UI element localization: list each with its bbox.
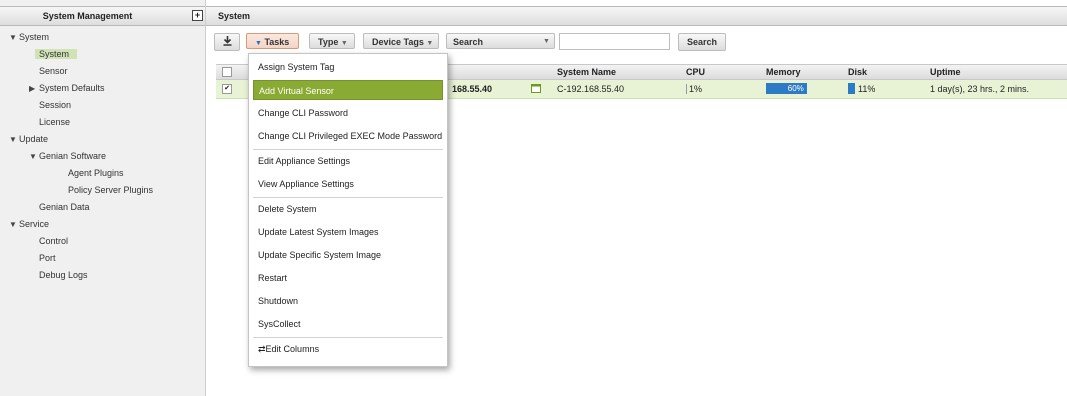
menu-item-edit-appliance-settings[interactable]: Edit Appliance Settings bbox=[253, 151, 443, 171]
cpu-value: 1% bbox=[686, 84, 702, 94]
sidebar-item-policy-server-plugins[interactable]: Policy Server Plugins bbox=[68, 182, 153, 199]
memory-bar: 60% bbox=[766, 83, 834, 94]
select-all-checkbox[interactable] bbox=[222, 67, 232, 77]
download-icon bbox=[223, 36, 231, 46]
menu-item-change-cli-privileged-password[interactable]: Change CLI Privileged EXEC Mode Password bbox=[253, 126, 443, 146]
tree-node-system-defaults[interactable]: ▶ System Defaults bbox=[29, 80, 105, 97]
menu-item-syscollect[interactable]: SysCollect bbox=[253, 314, 443, 334]
toolbar: ▼ Tasks Type ▼ Device Tags ▼ Search ▼ Se… bbox=[206, 29, 1067, 51]
sidebar-item-control[interactable]: Control bbox=[39, 233, 68, 250]
console-icon[interactable] bbox=[531, 84, 541, 93]
chevron-down-icon: ▼ bbox=[543, 38, 550, 45]
menu-item-edit-columns[interactable]: ⇄Edit Columns bbox=[253, 339, 443, 359]
chevron-down-icon: ▼ bbox=[426, 40, 434, 47]
search-field-select[interactable]: Search ▼ bbox=[446, 33, 555, 49]
menu-item-delete-system[interactable]: Delete System bbox=[253, 199, 443, 219]
menu-item-update-specific-image[interactable]: Update Specific System Image bbox=[253, 245, 443, 265]
caret-down-icon[interactable]: ▼ bbox=[9, 216, 19, 233]
chevron-down-icon: ▼ bbox=[255, 40, 262, 47]
menu-item-change-cli-password[interactable]: Change CLI Password bbox=[253, 103, 443, 123]
sidebar-title: System Management bbox=[42, 11, 133, 21]
main-header: System bbox=[206, 6, 1067, 26]
caret-down-icon[interactable]: ▼ bbox=[29, 148, 39, 165]
menu-divider bbox=[253, 337, 443, 338]
sidebar-item-license[interactable]: License bbox=[39, 114, 70, 131]
uptime-value: 1 day(s), 23 hrs., 2 mins. bbox=[930, 84, 1030, 94]
sidebar: System Management + ▼ System System Senso… bbox=[0, 0, 206, 396]
col-cpu[interactable]: CPU bbox=[686, 67, 705, 77]
chevron-down-icon: ▼ bbox=[340, 40, 348, 47]
tree-node-genian-software[interactable]: ▼ Genian Software bbox=[29, 148, 106, 165]
menu-item-add-virtual-sensor[interactable]: Add Virtual Sensor bbox=[253, 80, 443, 100]
sidebar-item-sensor[interactable]: Sensor bbox=[39, 63, 68, 80]
menu-item-view-appliance-settings[interactable]: View Appliance Settings bbox=[253, 174, 443, 194]
disk-bar: 11% bbox=[848, 83, 908, 94]
menu-item-shutdown[interactable]: Shutdown bbox=[253, 291, 443, 311]
tasks-button[interactable]: ▼ Tasks bbox=[246, 33, 299, 49]
ip-address[interactable]: 168.55.40 bbox=[452, 84, 492, 94]
menu-divider bbox=[253, 197, 443, 198]
row-checkbox[interactable]: ✔ bbox=[222, 84, 232, 94]
menu-item-update-latest-images[interactable]: Update Latest System Images bbox=[253, 222, 443, 242]
type-dropdown[interactable]: Type ▼ bbox=[309, 33, 355, 49]
menu-item-assign-system-tag[interactable]: Assign System Tag bbox=[253, 57, 443, 77]
sidebar-item-session[interactable]: Session bbox=[39, 97, 71, 114]
system-name[interactable]: C-192.168.55.40 bbox=[557, 84, 624, 94]
menu-item-restart[interactable]: Restart bbox=[253, 268, 443, 288]
tree-node-update[interactable]: ▼ Update bbox=[9, 131, 48, 148]
sidebar-item-genian-data[interactable]: Genian Data bbox=[39, 199, 90, 216]
col-uptime[interactable]: Uptime bbox=[930, 67, 961, 77]
sidebar-item-port[interactable]: Port bbox=[39, 250, 56, 267]
caret-down-icon[interactable]: ▼ bbox=[9, 131, 19, 148]
sidebar-item-agent-plugins[interactable]: Agent Plugins bbox=[68, 165, 124, 182]
search-input[interactable] bbox=[559, 33, 670, 50]
download-button[interactable] bbox=[214, 33, 240, 51]
tasks-menu: Assign System Tag Add Virtual Sensor Cha… bbox=[248, 53, 448, 367]
tree-node-system[interactable]: ▼ System bbox=[9, 29, 49, 46]
tree-node-service[interactable]: ▼ Service bbox=[9, 216, 49, 233]
disk-bar-fill bbox=[848, 83, 855, 94]
caret-down-icon[interactable]: ▼ bbox=[9, 29, 19, 46]
sidebar-header: System Management + bbox=[0, 6, 205, 26]
col-memory[interactable]: Memory bbox=[766, 67, 801, 77]
search-button[interactable]: Search bbox=[678, 33, 726, 51]
memory-bar-fill: 60% bbox=[766, 83, 807, 94]
device-tags-dropdown[interactable]: Device Tags ▼ bbox=[363, 33, 439, 49]
expand-icon[interactable]: + bbox=[192, 10, 203, 21]
sidebar-item-system[interactable]: System bbox=[35, 46, 78, 63]
sidebar-item-debug-logs[interactable]: Debug Logs bbox=[39, 267, 88, 284]
col-disk[interactable]: Disk bbox=[848, 67, 867, 77]
page-title: System bbox=[218, 11, 251, 21]
disk-value: 11% bbox=[858, 84, 876, 94]
col-system-name[interactable]: System Name bbox=[557, 67, 616, 77]
menu-divider bbox=[253, 149, 443, 150]
swap-icon: ⇄ bbox=[258, 344, 266, 354]
caret-right-icon[interactable]: ▶ bbox=[29, 80, 39, 97]
